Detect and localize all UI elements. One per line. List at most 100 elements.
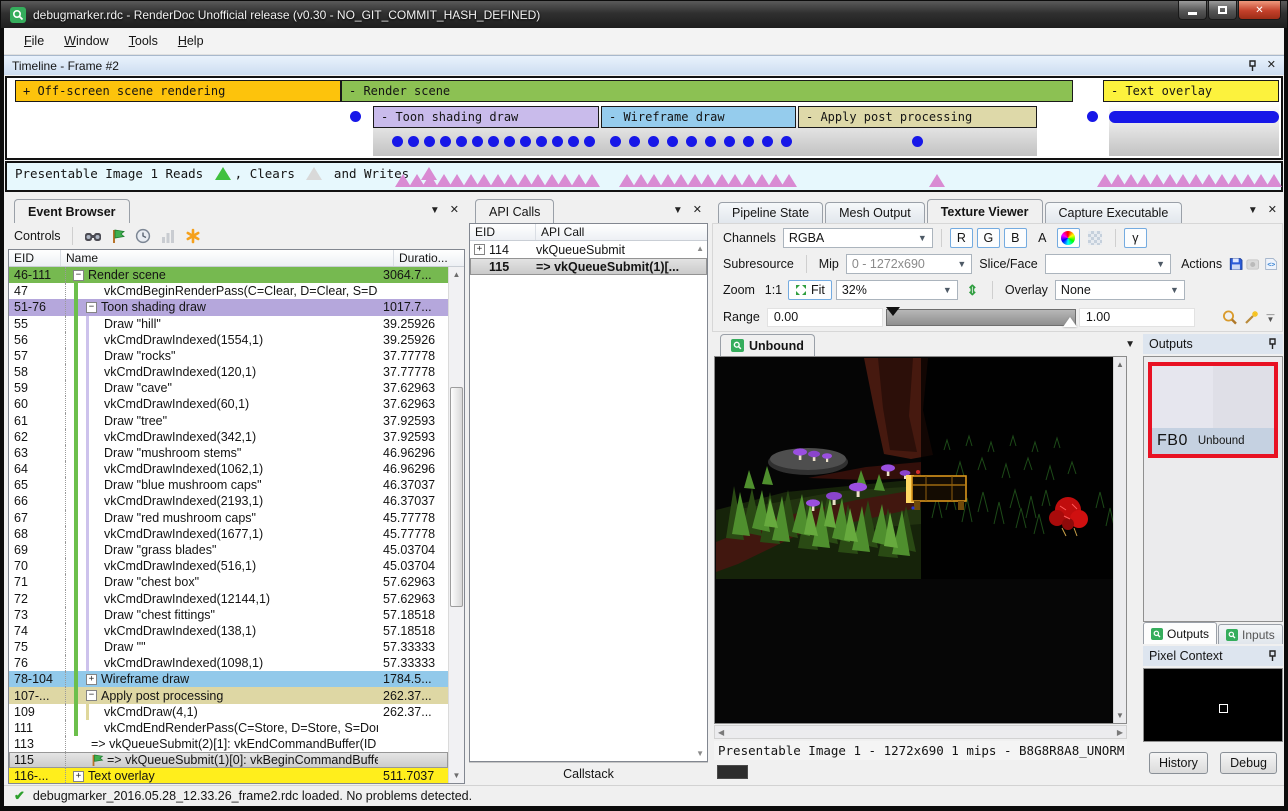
event-row[interactable]: 109vkCmdDraw(4,1)262.37... [9, 704, 448, 720]
open-resource-icon[interactable] [1246, 257, 1260, 272]
tab-texture-unbound[interactable]: Unbound [720, 334, 815, 356]
find-event-icon[interactable] [84, 229, 102, 244]
zoom-fit-button[interactable]: Fit [788, 280, 832, 300]
range-slider[interactable] [886, 309, 1076, 326]
timeline-marker-bar[interactable]: - Apply post processing [798, 106, 1037, 128]
toolbar-overflow-icon[interactable]: —▼ [1263, 309, 1278, 326]
event-row[interactable]: 46-111−Render scene3064.7... [9, 267, 448, 283]
texture-vertical-scrollbar[interactable]: ▲ ▼ [1113, 357, 1126, 723]
channel-blue-toggle[interactable]: B [1004, 228, 1027, 248]
fb0-thumbnail[interactable]: FB0 Unbound [1148, 362, 1278, 458]
expand-icon[interactable]: + [73, 771, 84, 782]
flip-y-icon[interactable]: ⇕ [961, 280, 984, 300]
close-icon[interactable]: ✕ [1268, 205, 1277, 216]
range-white-point-handle[interactable] [1063, 317, 1077, 327]
chevron-down-icon[interactable]: ▼ [1125, 340, 1135, 350]
tab-pipeline-state[interactable]: Pipeline State [718, 202, 823, 223]
callstack-section[interactable]: Callstack [469, 762, 708, 784]
event-row[interactable]: 66vkCmdDrawIndexed(2193,1)46.37037 [9, 493, 448, 509]
save-icon[interactable] [1229, 256, 1243, 272]
time-draws-clock-icon[interactable] [135, 228, 151, 244]
zoom-1to1-button[interactable]: 1:1 [762, 280, 785, 300]
event-row[interactable]: 72vkCmdDrawIndexed(12144,1)57.62963 [9, 590, 448, 606]
scroll-up-icon[interactable]: ▲ [449, 267, 464, 282]
scroll-up-icon[interactable]: ▲ [696, 244, 704, 253]
expand-icon[interactable]: + [86, 674, 97, 685]
event-row[interactable]: 74vkCmdDrawIndexed(138,1)57.18518 [9, 623, 448, 639]
tab-event-browser[interactable]: Event Browser [14, 199, 130, 223]
timeline-marker-bar[interactable]: - Render scene [341, 80, 1073, 102]
timeline-marker-bar[interactable]: - Text overlay [1103, 80, 1279, 102]
event-row[interactable]: 60vkCmdDrawIndexed(60,1)37.62963 [9, 396, 448, 412]
event-row[interactable]: 68vkCmdDrawIndexed(1677,1)45.77778 [9, 526, 448, 542]
color-wheel-icon[interactable] [1057, 228, 1080, 248]
tab-texture-viewer[interactable]: Texture Viewer [927, 199, 1043, 223]
event-row[interactable]: 78-104+Wireframe draw1784.5... [9, 671, 448, 687]
minimize-button[interactable] [1178, 1, 1207, 20]
stats-icon[interactable] [160, 229, 176, 244]
overlay-select[interactable]: None▼ [1055, 280, 1185, 300]
event-row[interactable]: 51-76−Toon shading draw1017.7... [9, 299, 448, 315]
menu-tools[interactable]: Tools [119, 29, 168, 53]
settings-asterisk-icon[interactable] [185, 228, 201, 244]
scroll-down-icon[interactable]: ▼ [1114, 708, 1126, 723]
api-call-row[interactable]: 115=> vkQueueSubmit(1)[... [470, 258, 707, 275]
mip-select[interactable]: 0 - 1272x690▼ [846, 254, 972, 274]
event-row[interactable]: 47vkCmdBeginRenderPass(C=Clear, D=Clear,… [9, 283, 448, 299]
code-icon[interactable]: <> [1264, 256, 1278, 272]
debug-button[interactable]: Debug [1220, 752, 1277, 774]
event-browser-header[interactable]: EID Name Duratio... [9, 250, 464, 267]
close-icon[interactable]: ✕ [693, 205, 702, 216]
event-row[interactable]: 57Draw "rocks"37.77778 [9, 348, 448, 364]
pin-icon[interactable] [1268, 650, 1277, 662]
channel-red-toggle[interactable]: R [950, 228, 973, 248]
menu-help[interactable]: Help [168, 29, 214, 53]
event-browser-scrollbar[interactable]: ▲ ▼ [448, 267, 464, 783]
checkerboard-icon[interactable] [1084, 228, 1107, 248]
event-row[interactable]: 58vkCmdDrawIndexed(120,1)37.77778 [9, 364, 448, 380]
menu-file[interactable]: File [14, 29, 54, 53]
texture-horizontal-scrollbar[interactable]: ◀ ▶ [714, 725, 1127, 739]
chevron-down-icon[interactable]: ▼ [430, 206, 440, 216]
timeline-dock-header[interactable]: Timeline - Frame #2 ✕ [4, 55, 1284, 75]
scroll-down-icon[interactable]: ▼ [449, 768, 464, 783]
range-black-point-handle[interactable] [886, 307, 900, 316]
scroll-left-icon[interactable]: ◀ [718, 728, 724, 737]
outputs-header[interactable]: Outputs [1143, 334, 1283, 354]
event-row[interactable]: 61Draw "tree"37.92593 [9, 413, 448, 429]
event-row[interactable]: 73Draw "chest fittings"57.18518 [9, 607, 448, 623]
scroll-up-icon[interactable]: ▲ [1114, 357, 1126, 372]
event-row[interactable]: 76vkCmdDrawIndexed(1098,1)57.33333 [9, 655, 448, 671]
timeline-body[interactable]: + Off-screen scene rendering- Render sce… [5, 76, 1283, 160]
channel-green-toggle[interactable]: G [977, 228, 1000, 248]
expand-icon[interactable]: + [474, 244, 485, 255]
event-row[interactable]: 64vkCmdDrawIndexed(1062,1)46.96296 [9, 461, 448, 477]
timeline-marker-bar[interactable]: - Wireframe draw [601, 106, 796, 128]
pin-icon[interactable] [1268, 338, 1277, 350]
chevron-down-icon[interactable]: ▼ [1248, 206, 1258, 216]
scroll-right-icon[interactable]: ▶ [1117, 728, 1123, 737]
zoom-range-magnifier-icon[interactable] [1221, 309, 1239, 326]
range-max-field[interactable]: 1.00 [1079, 308, 1195, 327]
event-row[interactable]: 71Draw "chest box"57.62963 [9, 574, 448, 590]
pixel-context-view[interactable] [1143, 668, 1283, 742]
channels-select[interactable]: RGBA▼ [783, 228, 933, 248]
event-row[interactable]: 63Draw "mushroom stems"46.96296 [9, 445, 448, 461]
close-icon[interactable]: ✕ [1267, 60, 1276, 71]
event-row[interactable]: 65Draw "blue mushroom caps"46.37037 [9, 477, 448, 493]
event-row[interactable]: 113=> vkQueueSubmit(2)[1]: vkEndCommandB… [9, 736, 448, 752]
maximize-button[interactable] [1208, 1, 1237, 20]
gamma-toggle[interactable]: γ [1124, 228, 1147, 248]
api-call-row[interactable]: +114vkQueueSubmit [470, 241, 707, 258]
event-row[interactable]: 75Draw ""57.33333 [9, 639, 448, 655]
tab-inputs[interactable]: Inputs [1218, 624, 1283, 644]
scrollbar-thumb[interactable] [450, 387, 463, 607]
zoom-level-combo[interactable]: 32%▼ [836, 280, 958, 300]
scroll-down-icon[interactable]: ▼ [696, 749, 704, 758]
event-row[interactable]: 116-...+Text overlay511.7037 [9, 768, 448, 783]
chevron-down-icon[interactable]: ▼ [673, 206, 683, 216]
channel-alpha-toggle[interactable]: A [1031, 228, 1054, 248]
history-button[interactable]: History [1149, 752, 1208, 774]
event-row[interactable]: 56vkCmdDrawIndexed(1554,1)39.25926 [9, 332, 448, 348]
event-row[interactable]: 67Draw "red mushroom caps"45.77778 [9, 510, 448, 526]
